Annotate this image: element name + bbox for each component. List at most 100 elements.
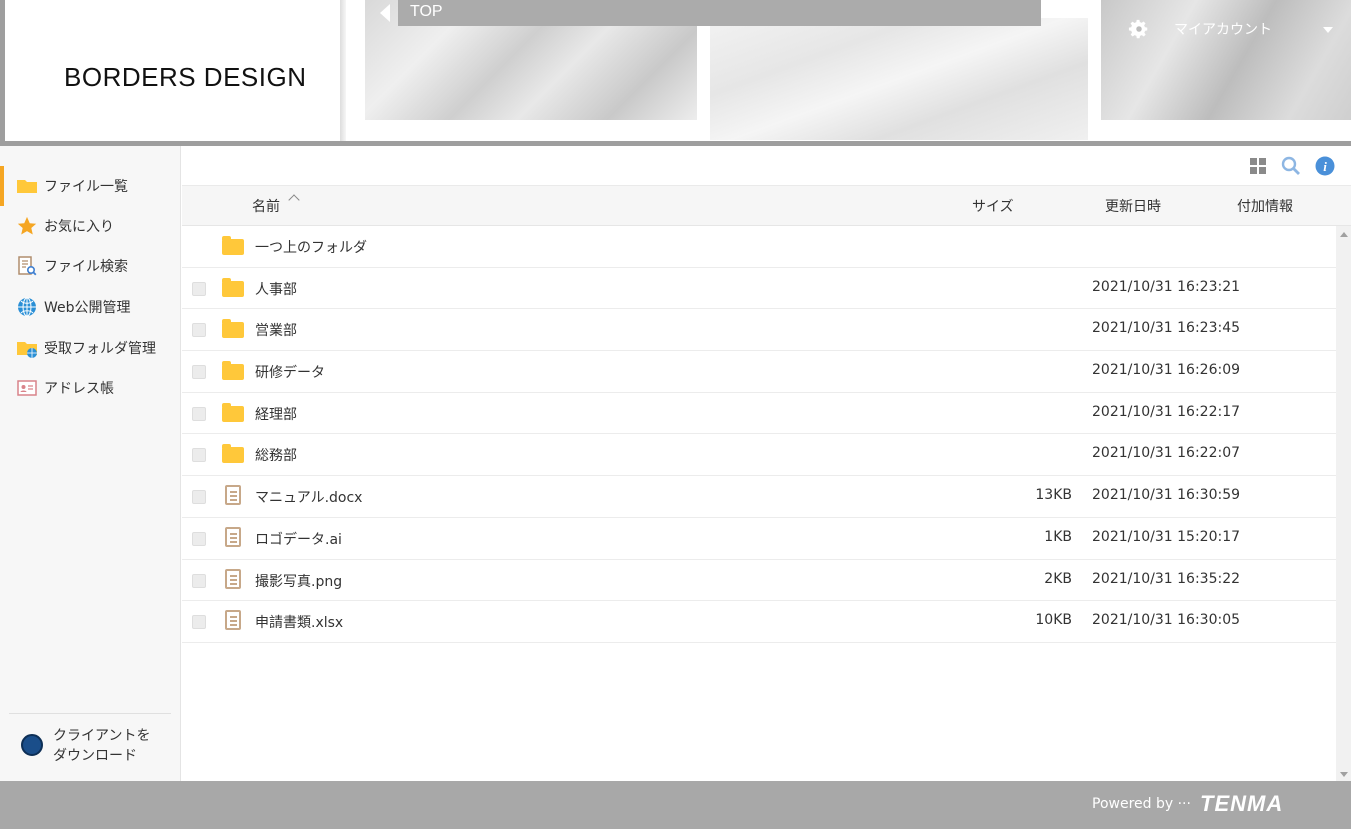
row-size: 1KB — [1044, 528, 1072, 545]
row-checkbox[interactable] — [192, 406, 206, 421]
table-row[interactable]: 経理部 2021/10/31 16:22:17 — [182, 393, 1336, 435]
sidebar-item-file-search[interactable]: ファイル検索 — [0, 246, 181, 286]
svg-text:i: i — [1323, 159, 1327, 174]
row-name[interactable]: 研修データ — [255, 362, 325, 382]
address-book-icon — [16, 377, 38, 399]
logo-text: BORDERS DESIGN — [64, 62, 307, 92]
row-name[interactable]: 人事部 — [255, 279, 297, 299]
row-size: 2KB — [1044, 570, 1072, 587]
search-icon[interactable] — [1281, 156, 1301, 176]
download-client-label: クライアントを ダウンロード — [53, 726, 150, 766]
my-account-menu[interactable]: マイアカウント — [1128, 16, 1351, 42]
toolbar: i — [182, 146, 1351, 186]
document-icon — [222, 568, 244, 591]
table-row[interactable]: 人事部 2021/10/31 16:23:21 — [182, 268, 1336, 310]
column-header-size[interactable]: サイズ — [972, 196, 1014, 216]
row-date: 2021/10/31 16:35:22 — [1092, 570, 1241, 587]
scroll-down-icon[interactable] — [1340, 772, 1348, 777]
sidebar-item-favorites[interactable]: お気に入り — [0, 206, 181, 246]
folder-icon — [222, 402, 244, 424]
table-row[interactable]: 営業部 2021/10/31 16:23:45 — [182, 309, 1336, 352]
breadcrumb[interactable]: TOP — [398, 0, 1041, 26]
header: BORDERS DESIGN TOP マイアカウント — [0, 0, 1351, 146]
folder-icon — [16, 175, 38, 197]
sidebar-item-label: ファイル一覧 — [44, 179, 128, 195]
row-date: 2021/10/31 16:26:09 — [1092, 362, 1241, 379]
header-marble-image — [710, 18, 1088, 140]
sidebar-item-receive-folder[interactable]: 受取フォルダ管理 — [0, 328, 181, 368]
logo[interactable]: BORDERS DESIGN — [0, 0, 346, 141]
row-name[interactable]: 撮影写真.png — [255, 571, 342, 591]
download-client-button[interactable]: クライアントを ダウンロード — [9, 713, 171, 781]
globe-icon — [16, 296, 38, 318]
row-date: 2021/10/31 15:20:17 — [1092, 528, 1241, 545]
sidebar-item-label: Web公開管理 — [44, 300, 131, 316]
table-row[interactable]: マニュアル.docx 13KB 2021/10/31 16:30:59 — [182, 476, 1336, 518]
info-icon[interactable]: i — [1315, 156, 1335, 176]
scrollbar[interactable] — [1336, 226, 1351, 781]
sidebar-item-web-publish[interactable]: Web公開管理 — [0, 287, 181, 327]
row-name[interactable]: 経理部 — [255, 404, 297, 424]
scroll-up-icon[interactable] — [1340, 232, 1348, 237]
column-header-name[interactable]: 名前 — [252, 196, 280, 216]
row-checkbox[interactable] — [192, 365, 206, 380]
row-name[interactable]: 総務部 — [255, 445, 297, 465]
gear-icon — [1128, 19, 1148, 39]
download-client-icon — [21, 734, 43, 756]
row-checkbox[interactable] — [192, 615, 206, 630]
sidebar-item-address-book[interactable]: アドレス帳 — [0, 368, 181, 408]
receive-folder-icon — [16, 337, 38, 359]
document-icon — [222, 610, 244, 632]
document-icon — [222, 526, 244, 549]
sidebar-item-label: アドレス帳 — [44, 381, 114, 397]
table-row[interactable]: 総務部 2021/10/31 16:22:07 — [182, 434, 1336, 477]
row-checkbox[interactable] — [192, 281, 206, 296]
table-row[interactable]: 研修データ 2021/10/31 16:26:09 — [182, 351, 1336, 393]
row-checkbox[interactable] — [192, 490, 206, 505]
row-date: 2021/10/31 16:30:59 — [1092, 487, 1241, 504]
sort-ascending-icon[interactable] — [288, 194, 300, 206]
row-checkbox[interactable] — [192, 573, 206, 588]
sidebar-item-file-list[interactable]: ファイル一覧 — [0, 166, 181, 206]
row-name[interactable]: 一つ上のフォルダ — [255, 237, 367, 257]
row-checkbox[interactable] — [192, 323, 206, 338]
table-row[interactable]: 申請書類.xlsx 10KB 2021/10/31 16:30:05 — [182, 601, 1336, 643]
column-header: 名前 サイズ 更新日時 付加情報 — [182, 186, 1351, 226]
back-arrow-icon[interactable] — [380, 4, 390, 22]
my-account-label: マイアカウント — [1174, 22, 1272, 38]
sidebar-item-label: お気に入り — [44, 219, 114, 235]
column-header-extra[interactable]: 付加情報 — [1237, 196, 1293, 216]
sidebar-item-label: ファイル検索 — [44, 259, 128, 275]
table-row[interactable]: 一つ上のフォルダ — [182, 226, 1336, 268]
download-label-line2: ダウンロード — [53, 748, 137, 764]
grid-view-icon[interactable] — [1248, 156, 1268, 176]
row-name[interactable]: 申請書類.xlsx — [255, 612, 343, 632]
powered-by-label: Powered by ··· — [1092, 796, 1191, 812]
row-name[interactable]: 営業部 — [255, 320, 297, 340]
row-date: 2021/10/31 16:23:21 — [1092, 278, 1241, 295]
chevron-down-icon — [1323, 27, 1333, 33]
row-name[interactable]: ロゴデータ.ai — [255, 529, 342, 549]
sidebar-item-label: 受取フォルダ管理 — [44, 341, 156, 357]
row-checkbox[interactable] — [192, 448, 206, 463]
table-row[interactable]: 撮影写真.png 2KB 2021/10/31 16:35:22 — [182, 560, 1336, 602]
breadcrumb-top[interactable]: TOP — [410, 3, 443, 21]
column-header-updated[interactable]: 更新日時 — [1105, 196, 1161, 216]
folder-icon — [222, 318, 244, 340]
folder-icon — [222, 235, 244, 257]
download-label-line1: クライアントを — [53, 728, 151, 744]
row-name[interactable]: マニュアル.docx — [255, 487, 362, 507]
row-size: 13KB — [1035, 487, 1072, 504]
folder-icon — [222, 277, 244, 299]
file-search-icon — [16, 255, 38, 277]
folder-icon — [222, 443, 244, 465]
row-checkbox[interactable] — [192, 531, 206, 546]
sidebar: ファイル一覧 お気に入り ファイル検索 Web公開管理 受取フォルダ管理 アドレ… — [0, 146, 181, 781]
row-date: 2021/10/31 16:22:07 — [1092, 445, 1241, 462]
row-date: 2021/10/31 16:23:45 — [1092, 320, 1241, 337]
table-row[interactable]: ロゴデータ.ai 1KB 2021/10/31 15:20:17 — [182, 518, 1336, 560]
folder-icon — [222, 360, 244, 382]
row-date: 2021/10/31 16:30:05 — [1092, 612, 1241, 629]
star-icon — [16, 215, 38, 237]
document-icon — [222, 485, 244, 507]
